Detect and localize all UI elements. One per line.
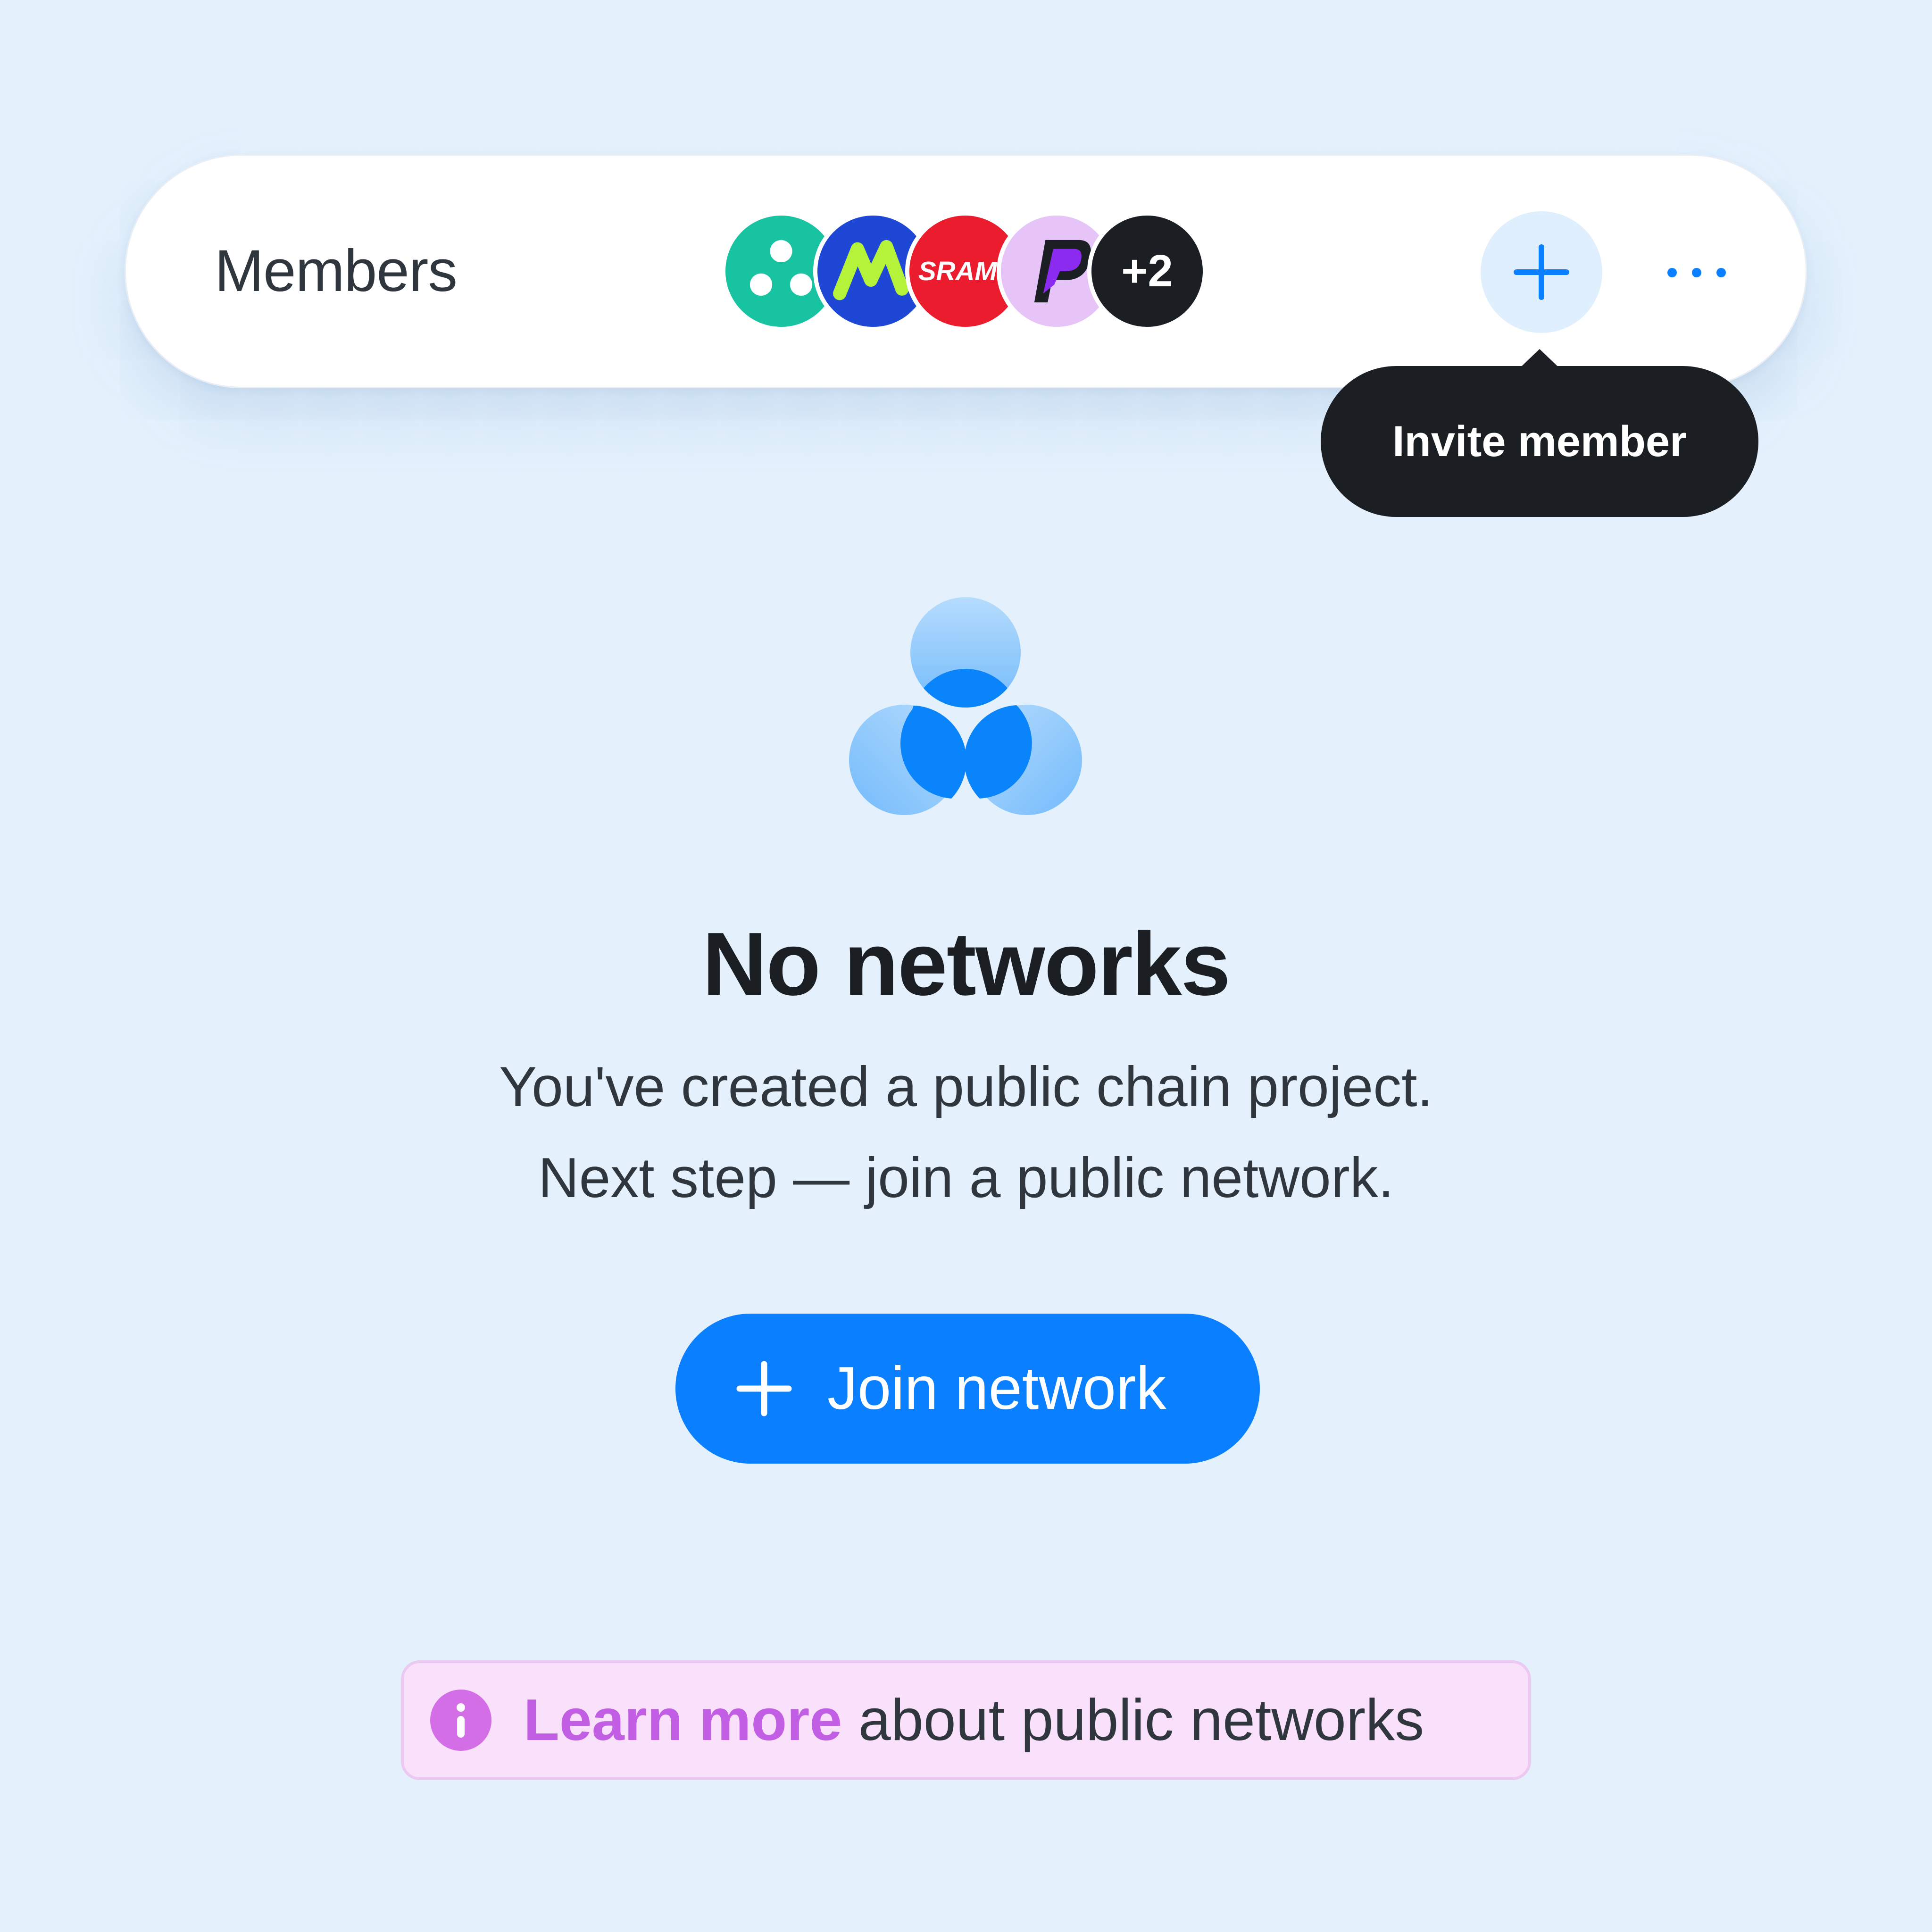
- more-horizontal-icon: [1667, 268, 1726, 277]
- sram-logo-text: SRAM: [918, 257, 998, 286]
- info-banner-text: Learn more about public networks: [524, 1663, 1424, 1777]
- more-options-button[interactable]: [1659, 235, 1734, 310]
- empty-state-description: You've created a public chain project.: [499, 1055, 1433, 1118]
- empty-state-next-step: Next step — join a public network.: [538, 1146, 1394, 1209]
- plus-icon: [736, 1360, 792, 1417]
- learn-more-link[interactable]: Learn more: [524, 1688, 842, 1753]
- networks-illustration: [847, 597, 1083, 818]
- info-banner-message: about public networks: [842, 1688, 1424, 1753]
- info-icon: [430, 1690, 491, 1751]
- plus-icon: [1514, 244, 1569, 300]
- info-banner: Learn more about public networks: [401, 1660, 1531, 1780]
- networks-circles-icon: [849, 597, 1082, 815]
- members-overflow-count[interactable]: +2: [1087, 211, 1207, 331]
- join-network-label: Join network: [827, 1355, 1166, 1422]
- invite-member-button[interactable]: [1481, 211, 1602, 333]
- join-network-button[interactable]: Join network: [675, 1314, 1260, 1464]
- empty-state-title: No networks: [702, 914, 1231, 1014]
- members-label: Members: [215, 238, 458, 304]
- invite-member-tooltip: Invite member: [1321, 366, 1758, 517]
